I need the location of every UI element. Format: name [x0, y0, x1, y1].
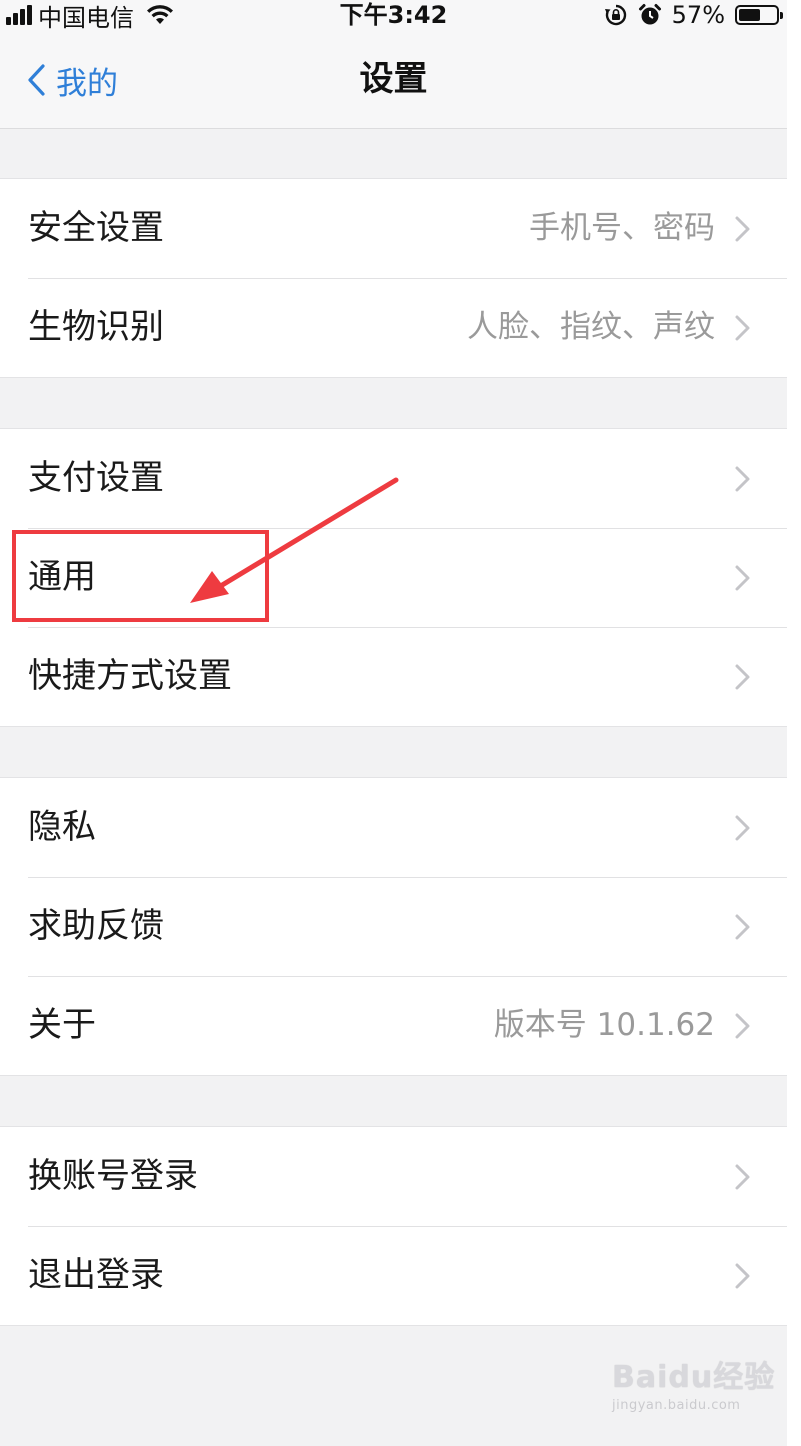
settings-group-account: 换账号登录 退出登录 [0, 1126, 787, 1326]
row-label: 换账号登录 [28, 1156, 198, 1196]
chevron-right-icon [735, 1263, 750, 1289]
annotation-arrow-icon [190, 477, 399, 603]
row-label: 退出登录 [28, 1255, 164, 1295]
row-label: 隐私 [28, 807, 96, 847]
right-edge-strip [787, 0, 801, 1446]
row-detail: 版本号 10.1.62 [493, 1007, 715, 1043]
chevron-right-icon [735, 815, 750, 841]
chevron-right-icon [735, 1164, 750, 1190]
row-privacy[interactable]: 隐私 [0, 778, 787, 877]
settings-screen: 中国电信 下午3:42 57% 我的 设置 安全设置 手机号、密码 生物识别 人… [0, 0, 787, 1446]
row-about[interactable]: 关于 版本号 10.1.62 [0, 976, 787, 1075]
chevron-right-icon [735, 1013, 750, 1039]
row-help-feedback[interactable]: 求助反馈 [0, 877, 787, 976]
watermark-url: jingyan.baidu.com [612, 1398, 741, 1413]
row-switch-account[interactable]: 换账号登录 [0, 1127, 787, 1226]
row-label: 求助反馈 [28, 906, 164, 946]
baidu-watermark: Baidu经验 jingyan.baidu.com [612, 1352, 775, 1413]
chevron-right-icon [735, 914, 750, 940]
watermark-logo: Baidu经验 [612, 1360, 776, 1395]
row-label: 关于 [28, 1005, 96, 1045]
row-logout[interactable]: 退出登录 [0, 1226, 787, 1325]
settings-group-info: 隐私 求助反馈 关于 版本号 10.1.62 [0, 777, 787, 1076]
